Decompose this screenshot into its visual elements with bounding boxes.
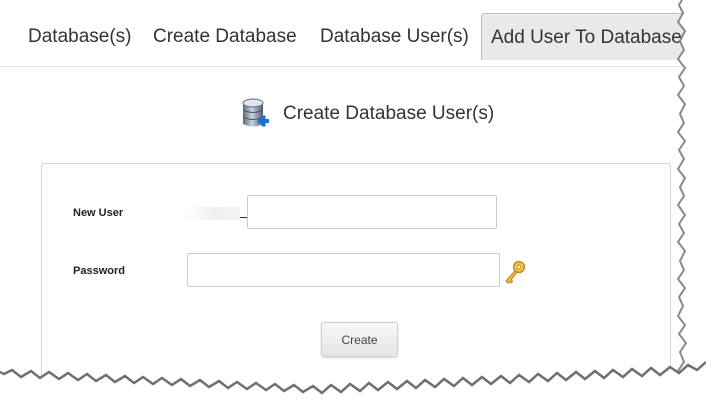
torn-edge-bottom	[0, 361, 706, 398]
page-heading: Create Database User(s)	[241, 97, 494, 131]
new-user-label: New User	[73, 207, 124, 219]
tab-create-database[interactable]: Create Database	[139, 13, 311, 60]
key-icon[interactable]	[503, 260, 527, 286]
tab-bar: Database(s) Create Database Database Use…	[0, 0, 706, 67]
tab-database-users[interactable]: Database User(s)	[306, 13, 483, 60]
page-sheet: Database(s) Create Database Database Use…	[0, 0, 706, 398]
page-title: Create Database User(s)	[283, 103, 495, 124]
password-label: Password	[73, 265, 125, 277]
tab-databases[interactable]: Database(s)	[14, 13, 146, 60]
new-user-input[interactable]	[247, 195, 497, 229]
database-add-icon	[242, 98, 269, 127]
password-input[interactable]	[187, 253, 500, 287]
prefix-separator	[240, 217, 247, 218]
username-prefix	[186, 207, 240, 220]
torn-edge-right	[676, 0, 706, 398]
